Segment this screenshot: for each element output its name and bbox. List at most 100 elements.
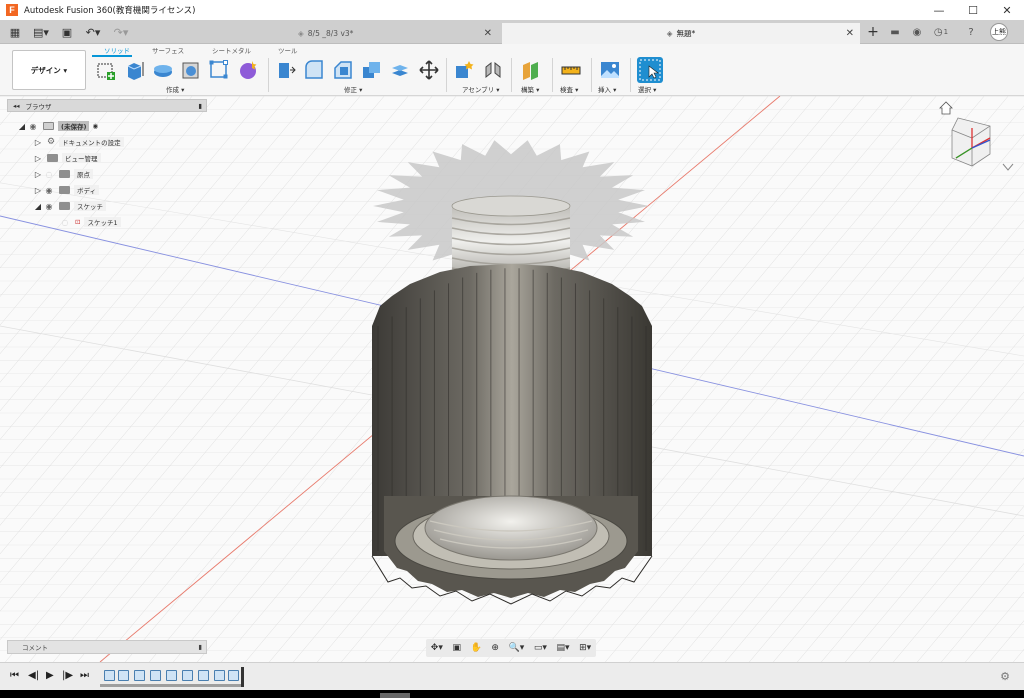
tab-surface[interactable]: サーフェス — [152, 45, 184, 55]
visibility-eye-icon[interactable]: ◉ — [43, 186, 55, 195]
inspect-group-label[interactable]: 検査 ▾ — [560, 84, 578, 94]
browser-pin-icon[interactable]: ▮ — [198, 102, 202, 110]
orbit-icon[interactable]: ✥▾ — [431, 643, 443, 653]
timeline-feature-icon[interactable] — [182, 670, 193, 681]
timeline-track[interactable] — [100, 684, 242, 687]
tab-solid[interactable]: ソリッド — [104, 45, 130, 55]
timeline-sketch-icon[interactable] — [104, 670, 115, 681]
select-group-label[interactable]: 選択 ▾ — [638, 84, 656, 94]
chamfer-icon[interactable] — [332, 59, 354, 81]
timeline-feature-icon[interactable] — [228, 670, 239, 681]
insert-group-label[interactable]: 挿入 ▾ — [598, 84, 616, 94]
grid-settings-icon[interactable]: ▤▾ — [556, 643, 569, 653]
press-pull-icon[interactable] — [275, 59, 297, 81]
timeline-marker[interactable] — [241, 667, 244, 687]
comment-panel[interactable]: コメント ▮ — [7, 640, 207, 654]
visibility-eye-icon[interactable]: ◉ — [27, 122, 39, 131]
ribbon-separator — [511, 58, 512, 92]
visibility-eye-icon[interactable]: ◉ — [43, 202, 55, 211]
play-icon[interactable]: ▶ — [46, 670, 54, 681]
help-icon[interactable]: ? — [962, 22, 980, 42]
folder-icon — [47, 154, 58, 162]
insert-image-icon[interactable] — [599, 59, 621, 81]
collapse-browser-icon[interactable]: ◂◂ — [13, 102, 20, 110]
redo-icon[interactable]: ↷▾ — [108, 20, 134, 44]
timeline-feature-icon[interactable] — [198, 670, 209, 681]
create-sketch-icon[interactable] — [95, 59, 117, 81]
minimize-button[interactable]: — — [922, 0, 956, 20]
timeline-feature-icon[interactable] — [134, 670, 145, 681]
measure-icon[interactable] — [560, 59, 582, 81]
look-at-icon[interactable]: ▣ — [452, 643, 461, 653]
browser-item-bodies[interactable]: ▷ ◉ ボディ — [33, 183, 100, 197]
comment-pin-icon[interactable]: ▮ — [198, 643, 202, 651]
browser-item-sketch1[interactable]: ◌ ⊡ スケッチ1 — [59, 215, 121, 229]
new-tab-icon[interactable]: + — [864, 20, 882, 44]
expand-icon[interactable]: ▷ — [33, 138, 43, 147]
zoom-window-icon[interactable]: 🔍▾ — [509, 643, 525, 653]
timeline-feature-icon[interactable] — [150, 670, 161, 681]
user-avatar[interactable]: 上熊 — [990, 23, 1008, 41]
file-menu-icon[interactable]: ▤▾ — [28, 20, 54, 44]
zoom-icon[interactable]: ⊕ — [491, 643, 499, 653]
create-form-icon[interactable] — [237, 59, 259, 81]
close-window-button[interactable]: ✕ — [990, 0, 1024, 20]
timeline-feature-icon[interactable] — [166, 670, 177, 681]
grid-menu-icon[interactable]: ▦ — [4, 20, 26, 44]
timeline-feature-icon[interactable] — [214, 670, 225, 681]
workspace-switcher[interactable]: デザイン ▾ — [12, 50, 86, 90]
move-icon[interactable] — [418, 59, 440, 81]
tab-sheet-metal[interactable]: シートメタル — [212, 45, 251, 55]
shell-icon[interactable] — [180, 59, 202, 81]
undo-icon[interactable]: ↶▾ — [80, 20, 106, 44]
fillet-icon[interactable] — [303, 59, 325, 81]
expand-icon[interactable]: ▷ — [33, 186, 43, 195]
close-tab-icon[interactable]: ✕ — [484, 28, 492, 39]
gear-body[interactable] — [371, 264, 653, 605]
modify-group-label[interactable]: 修正 ▾ — [344, 84, 362, 94]
tab-untitled[interactable]: ◈ 無題* ✕ — [502, 23, 860, 44]
activate-radio-icon[interactable]: ◉ — [92, 122, 98, 130]
browser-item-origin[interactable]: ▷ ◌ 原点 — [33, 167, 93, 181]
tab-tools[interactable]: ツール — [278, 45, 298, 55]
notifications-icon[interactable]: ◷ 1 — [930, 22, 952, 42]
browser-item-root[interactable]: ◢ ◉ (未保存) ◉ — [17, 119, 98, 133]
assembly-group-label[interactable]: アセンブリ ▾ — [462, 84, 500, 94]
construct-group-label[interactable]: 構築 ▾ — [521, 84, 539, 94]
chat-icon[interactable]: ▬ — [886, 22, 904, 42]
step-forward-icon[interactable]: |▶ — [62, 670, 73, 681]
create-group-label[interactable]: 作成 ▾ — [166, 84, 184, 94]
display-settings-icon[interactable]: ▭▾ — [534, 643, 547, 653]
gear-icon[interactable]: ⚙ — [1000, 670, 1010, 683]
viewports-icon[interactable]: ⊞▾ — [579, 643, 591, 653]
expand-icon[interactable]: ▷ — [33, 170, 43, 179]
expand-icon[interactable]: ◢ — [33, 202, 43, 211]
joint-icon[interactable] — [482, 59, 504, 81]
job-status-icon[interactable]: ◉ — [908, 22, 926, 42]
rectangle-pattern-icon[interactable] — [208, 59, 230, 81]
save-icon[interactable]: ▣ — [58, 20, 76, 44]
go-to-end-icon[interactable]: ⏭ — [80, 670, 89, 681]
offset-plane-icon[interactable] — [520, 59, 542, 81]
go-to-start-icon[interactable]: ⏮ — [10, 670, 19, 681]
expand-icon[interactable]: ◢ — [17, 122, 27, 131]
tab-8-5[interactable]: ◈ 8/5 _8/3 v3* ✕ — [278, 23, 498, 44]
extrude-icon[interactable] — [124, 59, 146, 81]
close-tab-icon[interactable]: ✕ — [846, 28, 854, 39]
hidden-eye-icon[interactable]: ◌ — [59, 218, 71, 227]
pan-icon[interactable]: ✋ — [471, 643, 482, 653]
offset-face-icon[interactable] — [389, 59, 411, 81]
combine-icon[interactable] — [360, 59, 382, 81]
select-icon[interactable] — [637, 57, 663, 83]
timeline-extrude-icon[interactable] — [118, 670, 129, 681]
browser-item-named-views[interactable]: ▷ ビュー管理 — [33, 151, 101, 165]
new-component-icon[interactable] — [453, 59, 475, 81]
browser-item-document-settings[interactable]: ▷ ⚙ ドキュメントの設定 — [33, 135, 124, 149]
revolve-icon[interactable] — [152, 59, 174, 81]
maximize-button[interactable]: ☐ — [956, 0, 990, 20]
browser-header[interactable]: ◂◂ ブラウザ ▮ — [7, 99, 207, 112]
step-back-icon[interactable]: ◀| — [28, 670, 39, 681]
hidden-eye-icon[interactable]: ◌ — [43, 170, 55, 179]
browser-item-sketches[interactable]: ◢ ◉ スケッチ — [33, 199, 106, 213]
expand-icon[interactable]: ▷ — [33, 154, 43, 163]
